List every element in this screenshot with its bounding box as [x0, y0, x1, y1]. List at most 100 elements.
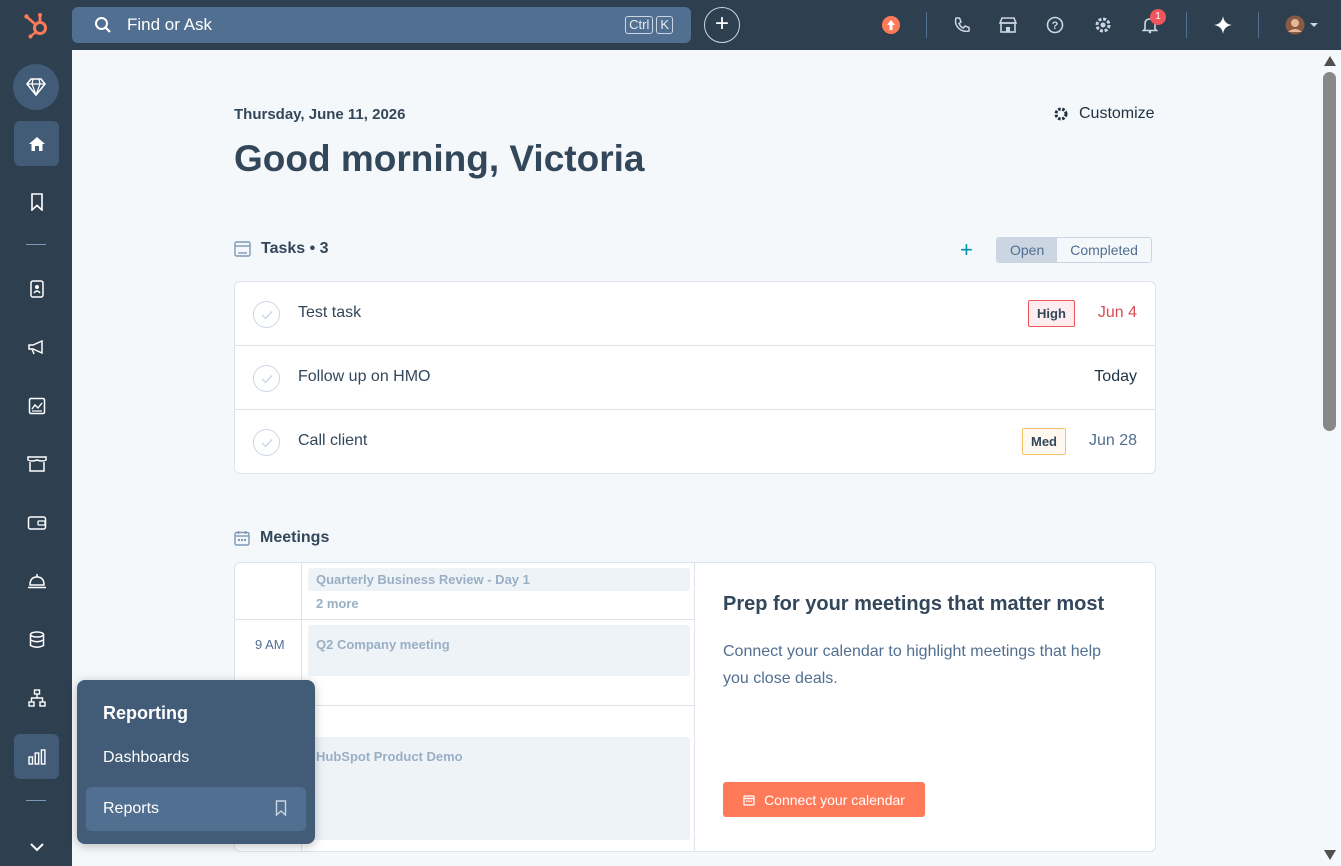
avatar: [1285, 15, 1318, 35]
menu-item-dashboards[interactable]: Dashboards: [103, 749, 189, 767]
calendar-event[interactable]: HubSpot Product Demo: [308, 737, 690, 840]
sidebar-divider: [26, 244, 46, 245]
megaphone-icon: [27, 339, 43, 354]
tasks-list: Test task High Jun 4 Follow up on HMO To…: [234, 281, 1156, 474]
more-events-link[interactable]: 2 more: [316, 596, 359, 611]
contacts-icon: [29, 279, 44, 298]
scroll-up-arrow-icon[interactable]: [1324, 56, 1336, 66]
sidebar-item-data[interactable]: [14, 617, 59, 662]
task-name[interactable]: Follow up on HMO: [298, 368, 431, 386]
sidebar-item-home[interactable]: [14, 121, 59, 166]
prep-description: Connect your calendar to highlight meeti…: [723, 643, 1102, 687]
tasks-header: Tasks • 3: [234, 240, 329, 258]
checkmark-icon: [261, 374, 273, 384]
sidebar-item-automation[interactable]: [14, 675, 59, 720]
sidebar-item-reporting[interactable]: [14, 734, 59, 779]
home-icon: [28, 136, 45, 151]
help-icon[interactable]: ?: [1043, 13, 1067, 37]
gear-icon: [1054, 107, 1068, 121]
database-icon: [29, 630, 44, 648]
scroll-thumb[interactable]: [1323, 72, 1336, 431]
chevron-down-icon: [29, 842, 44, 851]
task-row[interactable]: Call client Med Jun 28: [235, 410, 1155, 474]
customize-label: Customize: [1079, 105, 1155, 122]
page-scrollbar[interactable]: [1320, 50, 1341, 866]
top-navigation-bar: Find or Ask Ctrl K + ? 1: [0, 0, 1341, 50]
task-row[interactable]: Follow up on HMO Today: [235, 346, 1155, 410]
phone-icon[interactable]: [950, 13, 974, 37]
search-icon: [95, 17, 111, 33]
current-date: Thursday, June 11, 2026: [234, 106, 406, 123]
topbar-divider: [1258, 12, 1259, 38]
task-row[interactable]: Test task High Jun 4: [235, 282, 1155, 346]
customize-button[interactable]: Customize: [1053, 105, 1155, 123]
wallet-icon: [27, 515, 46, 530]
connect-calendar-label: Connect your calendar: [764, 791, 905, 808]
connect-calendar-button[interactable]: Connect your calendar: [723, 782, 925, 817]
tasks-title: Tasks • 3: [261, 240, 329, 257]
search-bar[interactable]: Find or Ask Ctrl K: [72, 7, 691, 43]
calendar-icon: [234, 531, 250, 546]
sidebar-item-service[interactable]: [14, 558, 59, 603]
topbar-divider: [926, 12, 927, 38]
topbar-divider: [1186, 12, 1187, 38]
sidebar-item-upgrade[interactable]: [13, 64, 59, 110]
hubspot-logo-icon[interactable]: [22, 10, 52, 40]
prep-title: Prep for your meetings that matter most: [723, 593, 1105, 615]
calendar-event[interactable]: Quarterly Business Review - Day 1: [308, 568, 690, 591]
marketplace-icon[interactable]: [996, 13, 1020, 37]
notification-count-badge: 1: [1150, 9, 1166, 25]
task-status-toggle: Open Completed: [996, 237, 1152, 263]
search-placeholder: Find or Ask: [127, 15, 213, 34]
menu-item-reports-label: Reports: [103, 800, 160, 817]
left-sidebar: [0, 50, 72, 866]
scroll-down-arrow-icon[interactable]: [1324, 850, 1336, 860]
ai-sparkle-icon[interactable]: [1211, 13, 1235, 37]
meetings-title: Meetings: [260, 529, 330, 546]
task-due-date: Jun 28: [1088, 432, 1137, 449]
meetings-header: Meetings: [234, 529, 329, 547]
task-due-date: Today: [1094, 368, 1137, 385]
priority-badge: High: [1028, 300, 1075, 327]
task-name[interactable]: Call client: [298, 432, 367, 450]
priority-badge: Med: [1022, 428, 1066, 455]
create-new-button[interactable]: +: [704, 7, 740, 43]
kbd-k: K: [656, 16, 673, 34]
reporting-icon: [27, 748, 46, 765]
keyboard-shortcut: Ctrl K: [625, 16, 673, 34]
task-name[interactable]: Test task: [298, 304, 361, 322]
task-complete-checkbox[interactable]: [253, 301, 280, 328]
settings-gear-icon[interactable]: [1091, 13, 1115, 37]
hierarchy-icon: [27, 688, 46, 707]
sidebar-item-marketing[interactable]: [14, 324, 59, 369]
page-title: Good morning, Victoria: [234, 138, 645, 179]
checkmark-icon: [261, 438, 273, 448]
sidebar-item-bookmarks[interactable]: [14, 179, 59, 224]
tab-open[interactable]: Open: [997, 238, 1058, 262]
meetings-card: 9 AM Quarterly Business Review - Day 1 2…: [234, 562, 1156, 852]
account-menu[interactable]: [1284, 13, 1324, 37]
kbd-ctrl: Ctrl: [625, 16, 654, 34]
sidebar-item-crm[interactable]: [14, 266, 59, 311]
sidebar-item-sales[interactable]: [14, 441, 59, 486]
sidebar-item-content[interactable]: [14, 383, 59, 428]
task-due-date: Jun 4: [1097, 304, 1137, 321]
tab-completed[interactable]: Completed: [1057, 238, 1151, 262]
sidebar-expand-button[interactable]: [14, 824, 59, 866]
reporting-flyout-menu: Reporting Dashboards Reports: [77, 680, 315, 844]
bookmark-icon: [30, 192, 43, 211]
diamond-icon: [26, 78, 46, 96]
task-complete-checkbox[interactable]: [253, 429, 280, 456]
menu-item-reports[interactable]: Reports: [86, 787, 306, 831]
content-icon: [28, 397, 45, 414]
flyout-title: Reporting: [103, 703, 188, 723]
service-bell-icon: [27, 573, 46, 588]
task-complete-checkbox[interactable]: [253, 365, 280, 392]
time-label: 9 AM: [255, 637, 285, 652]
sidebar-item-commerce[interactable]: [14, 500, 59, 545]
svg-text:?: ?: [1052, 20, 1059, 32]
upgrade-icon[interactable]: [879, 13, 903, 37]
calendar-event[interactable]: Q2 Company meeting: [308, 625, 690, 676]
add-task-button[interactable]: +: [960, 237, 973, 263]
bookmark-icon[interactable]: [275, 800, 287, 816]
